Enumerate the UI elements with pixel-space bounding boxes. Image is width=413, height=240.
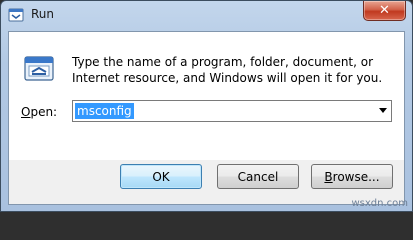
browse-button[interactable]: Browse... [311,164,393,189]
dialog-client-area: Type the name of a program, folder, docu… [8,31,405,205]
browse-button-label: rowse... [332,169,380,184]
open-input[interactable]: msconfig [75,103,134,119]
browse-button-accelerator: B [324,169,333,184]
open-label: Open: [21,105,57,119]
run-program-icon [23,52,55,84]
open-combobox[interactable]: msconfig [72,100,392,122]
cancel-button-label: Cancel [237,169,279,184]
dropdown-arrow-icon[interactable] [379,108,387,113]
window-title: Run [31,7,55,21]
run-dialog-icon [8,7,24,23]
open-label-text: pen: [30,105,58,119]
run-dialog-window: Run ✕ Type the name of a program, folder… [0,0,413,212]
cancel-button[interactable]: Cancel [217,164,299,189]
dialog-content: Type the name of a program, folder, docu… [9,32,404,160]
watermark-text: wsxdn.com [351,198,408,209]
ok-button[interactable]: OK [120,164,202,189]
ok-button-label: OK [152,169,170,184]
close-button[interactable]: ✕ [363,1,406,21]
close-icon: ✕ [379,3,390,18]
dialog-description: Type the name of a program, folder, docu… [72,55,383,85]
title-bar[interactable]: Run ✕ [1,1,412,31]
